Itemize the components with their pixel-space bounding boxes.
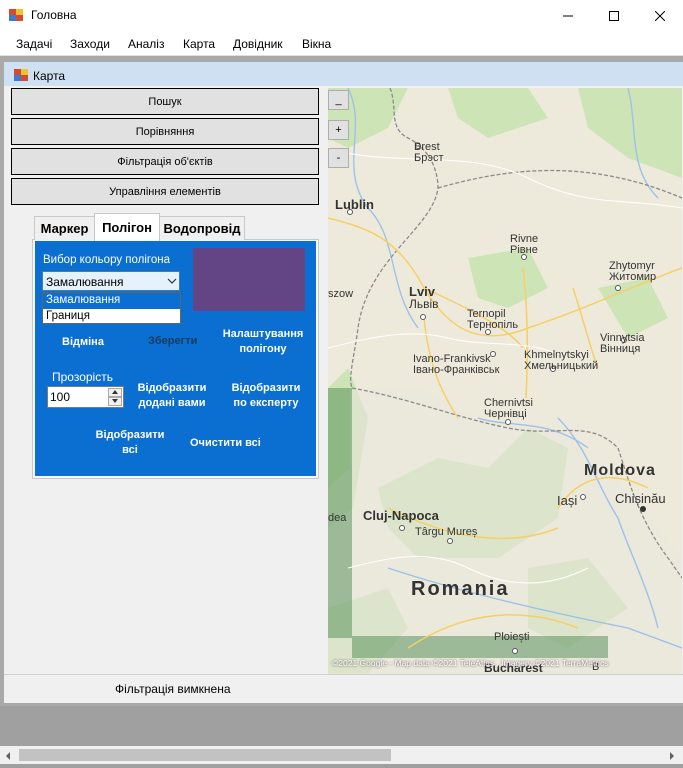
- map-label: Lublin: [335, 197, 374, 212]
- minimize-icon: [563, 15, 573, 16]
- search-button[interactable]: Пошук: [11, 88, 319, 115]
- chevron-down-icon: [167, 278, 177, 284]
- zoom-out-button[interactable]: -: [328, 148, 349, 168]
- manage-elements-button[interactable]: Управління елементів: [11, 178, 319, 205]
- map-label: szow: [328, 288, 354, 300]
- map-label: dea: [328, 512, 347, 524]
- child-window-icon: [14, 69, 28, 81]
- menu-windows[interactable]: Вікна: [302, 37, 331, 51]
- arrow-down-icon: [112, 399, 118, 403]
- window-title: Головна: [31, 8, 77, 22]
- fill-mode-combo[interactable]: Замалювання: [42, 271, 180, 291]
- show-expert-button[interactable]: Відобразити по експерту: [224, 381, 308, 411]
- map-label: Brest Брэст: [414, 141, 444, 164]
- fill-mode-value: Замалювання: [46, 275, 124, 289]
- maximize-icon: [609, 10, 619, 21]
- menu-analysis[interactable]: Аналіз: [128, 37, 164, 51]
- map-label: Ivano-Frankivsk Івано-Франківськ: [413, 353, 500, 376]
- status-bar: [4, 674, 683, 703]
- zoom-in-button[interactable]: +: [328, 120, 349, 140]
- menu-map[interactable]: Карта: [183, 37, 215, 51]
- dropdown-option-border[interactable]: Границя: [46, 310, 90, 322]
- save-button[interactable]: Зберегти: [148, 335, 197, 347]
- arrow-right-icon: [670, 752, 674, 760]
- status-text: Фільтрація вимкнена: [115, 682, 231, 696]
- map-label: Târgu Mureș: [415, 526, 478, 538]
- opacity-value: 100: [50, 390, 71, 404]
- maximize-button[interactable]: [591, 0, 637, 31]
- map-label: Vinnytsia Вінниця: [600, 332, 645, 355]
- menu-measures[interactable]: Заходи: [70, 37, 110, 51]
- map-minimize-button[interactable]: _: [328, 90, 349, 110]
- polygon-settings-button[interactable]: Налаштування полігону: [216, 327, 310, 357]
- map-label: Rivne Рівне: [510, 233, 539, 256]
- map-label: Chișinău: [615, 491, 666, 506]
- close-button[interactable]: [637, 0, 683, 31]
- scroll-right-button[interactable]: [668, 750, 676, 764]
- dropdown-option-fill[interactable]: Замалювання: [46, 294, 120, 306]
- compare-button[interactable]: Порівняння: [11, 118, 319, 145]
- map-label: Khmelnytskyi Хмельницький: [524, 349, 599, 372]
- arrow-left-icon: [6, 752, 10, 760]
- clear-all-button[interactable]: Очистити всі: [190, 436, 261, 451]
- show-all-button[interactable]: Відобразити всі: [88, 428, 172, 458]
- map-label: Chernivtsi Чернівці: [484, 397, 533, 420]
- color-select-label: Вибор кольору полігона: [43, 254, 170, 266]
- map-label: Cluj-Napoca: [363, 508, 439, 523]
- opacity-spinner[interactable]: 100: [47, 386, 124, 408]
- tab-water-pipe[interactable]: Водопровід: [159, 216, 245, 240]
- map-label: Lviv Львів: [409, 284, 439, 311]
- map-attribution: ©2021 Google - Map data ©2021 TeleAtlas …: [332, 658, 609, 668]
- minimize-button[interactable]: [545, 0, 591, 31]
- tab-marker[interactable]: Маркер: [34, 216, 95, 240]
- scroll-left-button[interactable]: [4, 750, 12, 764]
- filter-objects-button[interactable]: Фільтрація об'єктів: [11, 148, 319, 175]
- tab-polygon[interactable]: Полігон: [94, 213, 160, 241]
- arrow-up-icon: [112, 390, 118, 394]
- show-added-button[interactable]: Відобразити додані вами: [130, 381, 214, 411]
- map-label: Ploiești: [494, 631, 530, 643]
- cancel-button[interactable]: Відміна: [62, 335, 104, 350]
- menu-tasks[interactable]: Задачі: [16, 37, 52, 51]
- child-window-title: Карта: [33, 69, 66, 83]
- color-swatch[interactable]: [193, 248, 305, 311]
- child-title-bar: [4, 62, 683, 86]
- scrollbar-thumb[interactable]: [19, 749, 391, 761]
- map-label: Iași: [557, 493, 578, 508]
- map-label: Romania: [411, 578, 510, 600]
- menu-reference[interactable]: Довідник: [233, 37, 283, 51]
- spin-up-button[interactable]: [108, 388, 122, 397]
- app-icon: [9, 9, 23, 21]
- close-icon: [655, 10, 665, 21]
- map-view[interactable]: Brest Брэст Lublin Rivne Рівне Zhytomyr Жит…: [328, 88, 682, 674]
- map-label: Moldova: [584, 462, 656, 479]
- map-label: Ternopil Тернопіль: [467, 308, 519, 331]
- map-label: Zhytomyr Житомир: [609, 260, 657, 283]
- opacity-label: Прозорість: [52, 370, 113, 384]
- spin-down-button[interactable]: [108, 397, 122, 406]
- fill-mode-dropdown: Замалювання Границя: [42, 292, 181, 324]
